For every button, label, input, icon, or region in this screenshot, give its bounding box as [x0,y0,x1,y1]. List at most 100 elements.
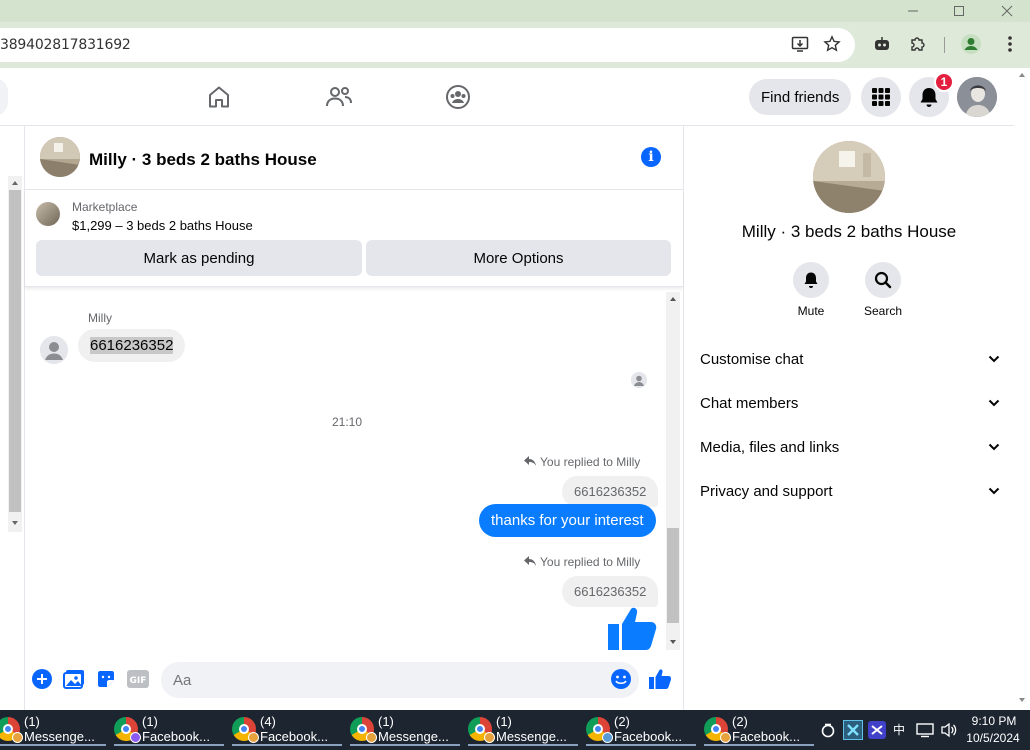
sender-avatar[interactable] [40,336,68,364]
tray-ring-icon[interactable] [820,722,836,743]
friends-icon[interactable] [324,82,354,112]
home-icon[interactable] [204,82,234,112]
menu-button[interactable] [861,77,901,117]
chrome-icon [232,717,259,743]
taskbar-item-label: (1) Messenge... [496,714,567,744]
row-label: Chat members [700,394,799,412]
volume-icon[interactable] [940,722,958,743]
send-like-icon[interactable] [649,668,671,690]
reply-arrow-icon [524,556,536,566]
sender-name: Milly [88,311,112,325]
tray-app-icon[interactable] [843,720,863,740]
left-scrollbar-thumb[interactable] [9,190,21,512]
mark-as-pending-button[interactable]: Mark as pending [36,240,362,276]
taskbar-item[interactable]: (4) Facebook... [232,714,342,746]
chevron-down-icon [988,487,1000,495]
emoji-icon[interactable] [610,668,632,690]
search-action[interactable]: Search [853,262,913,318]
tray-blue-app-icon[interactable] [868,721,886,739]
maximize-icon [954,6,964,16]
message-scrollbar-thumb[interactable] [667,528,679,623]
url-text[interactable]: 389402817831692 [0,37,131,53]
clock-date[interactable]: 10/5/2024 [962,731,1024,745]
like-sticker[interactable] [608,606,658,650]
gif-icon[interactable]: GIF [127,668,149,690]
row-label: Customise chat [700,350,804,368]
marketplace-listing-box: Marketplace $1,299 – 3 beds 2 baths Hous… [25,190,683,287]
address-bar[interactable]: 389402817831692 [0,28,855,62]
chat-panel: Milly · 3 beds 2 baths House i Marketpla… [24,126,684,710]
page-scrollbar[interactable] [1014,68,1030,710]
bookmark-star-icon[interactable] [820,32,844,56]
install-app-icon[interactable] [788,32,812,56]
profile-icon[interactable] [959,32,983,56]
listing-title[interactable]: $1,299 – 3 beds 2 baths House [72,218,253,233]
chat-title[interactable]: Milly · 3 beds 2 baths House [89,150,317,170]
row-label: Privacy and support [700,482,833,500]
search-pill-edge[interactable] [0,78,8,116]
marketplace-label: Marketplace [72,200,138,214]
quoted-message[interactable]: 6616236352 [562,576,659,607]
details-avatar[interactable] [813,141,885,213]
thumbs-up-icon [608,607,657,650]
minimize-icon [908,10,918,12]
groups-icon[interactable] [443,82,473,112]
browser-menu-icon[interactable] [998,32,1022,56]
extension-robot-icon[interactable] [870,32,894,56]
media-files-links-row[interactable]: Media, files and links [700,435,1000,459]
extensions-puzzle-icon[interactable] [906,32,930,56]
chevron-down-icon [988,443,1000,451]
sticker-icon[interactable] [95,668,117,690]
account-avatar[interactable] [957,77,997,117]
maximize-button[interactable] [936,0,982,22]
ime-indicator[interactable]: 中 [893,721,905,738]
more-options-button[interactable]: More Options [366,240,671,276]
notification-badge: 1 [934,72,954,92]
privacy-support-row[interactable]: Privacy and support [700,479,1000,503]
customise-chat-row[interactable]: Customise chat [700,347,1000,371]
add-icon[interactable] [31,668,53,690]
ime-label: 中 [893,723,906,737]
taskbar-item[interactable]: (1) Messenge... [350,714,460,746]
reply-arrow-icon [524,456,536,466]
chrome-icon [704,717,731,743]
minimize-button[interactable] [890,0,936,22]
clock-time[interactable]: 9:10 PM [968,714,1020,728]
seen-avatar [631,372,647,388]
close-window-button[interactable] [984,0,1030,22]
chrome-icon [586,717,613,743]
network-icon[interactable] [916,722,934,743]
bell-icon [804,272,818,288]
taskbar-item[interactable]: (1) Messenge... [468,714,578,746]
mute-label: Mute [797,304,825,318]
info-icon[interactable]: i [641,147,661,167]
outgoing-message[interactable]: thanks for your interest [479,504,656,537]
chrome-icon [0,717,23,743]
mute-button[interactable] [793,262,829,298]
chat-members-row[interactable]: Chat members [700,391,1000,415]
taskbar-item-label: (4) Facebook... [260,714,328,744]
find-friends-button[interactable]: Find friends [749,79,852,115]
message-input[interactable] [161,662,639,698]
search-button[interactable] [865,262,901,298]
selected-phone-number[interactable]: 6616236352 [90,337,174,354]
taskbar-item[interactable]: (1) Facebook... [114,714,224,746]
mute-action[interactable]: Mute [781,262,841,318]
taskbar-item[interactable]: (2) Facebook... [586,714,696,746]
taskbar-item[interactable]: (1) Messenge... [0,714,106,746]
windows-taskbar: (1) Messenge... (1) Facebook... (4) Face… [0,710,1030,750]
close-icon [1001,5,1013,17]
bell-icon [920,88,938,107]
taskbar-item-label: (1) Facebook... [142,714,210,744]
browser-titlebar [0,0,1030,22]
reply-note: You replied to Milly [523,455,640,469]
chevron-down-icon [988,399,1000,407]
taskbar-item[interactable]: (2) Facebook... [704,714,814,746]
incoming-message[interactable]: 6616236352 [78,329,186,362]
message-list: Milly 6616236352 21:10 You replied to Mi… [25,288,683,650]
reply-note: You replied to Milly [523,555,640,569]
chat-avatar[interactable] [40,137,80,177]
listing-thumbnail[interactable] [36,202,60,226]
quoted-message[interactable]: 6616236352 [562,476,659,507]
photo-icon[interactable] [63,668,85,690]
